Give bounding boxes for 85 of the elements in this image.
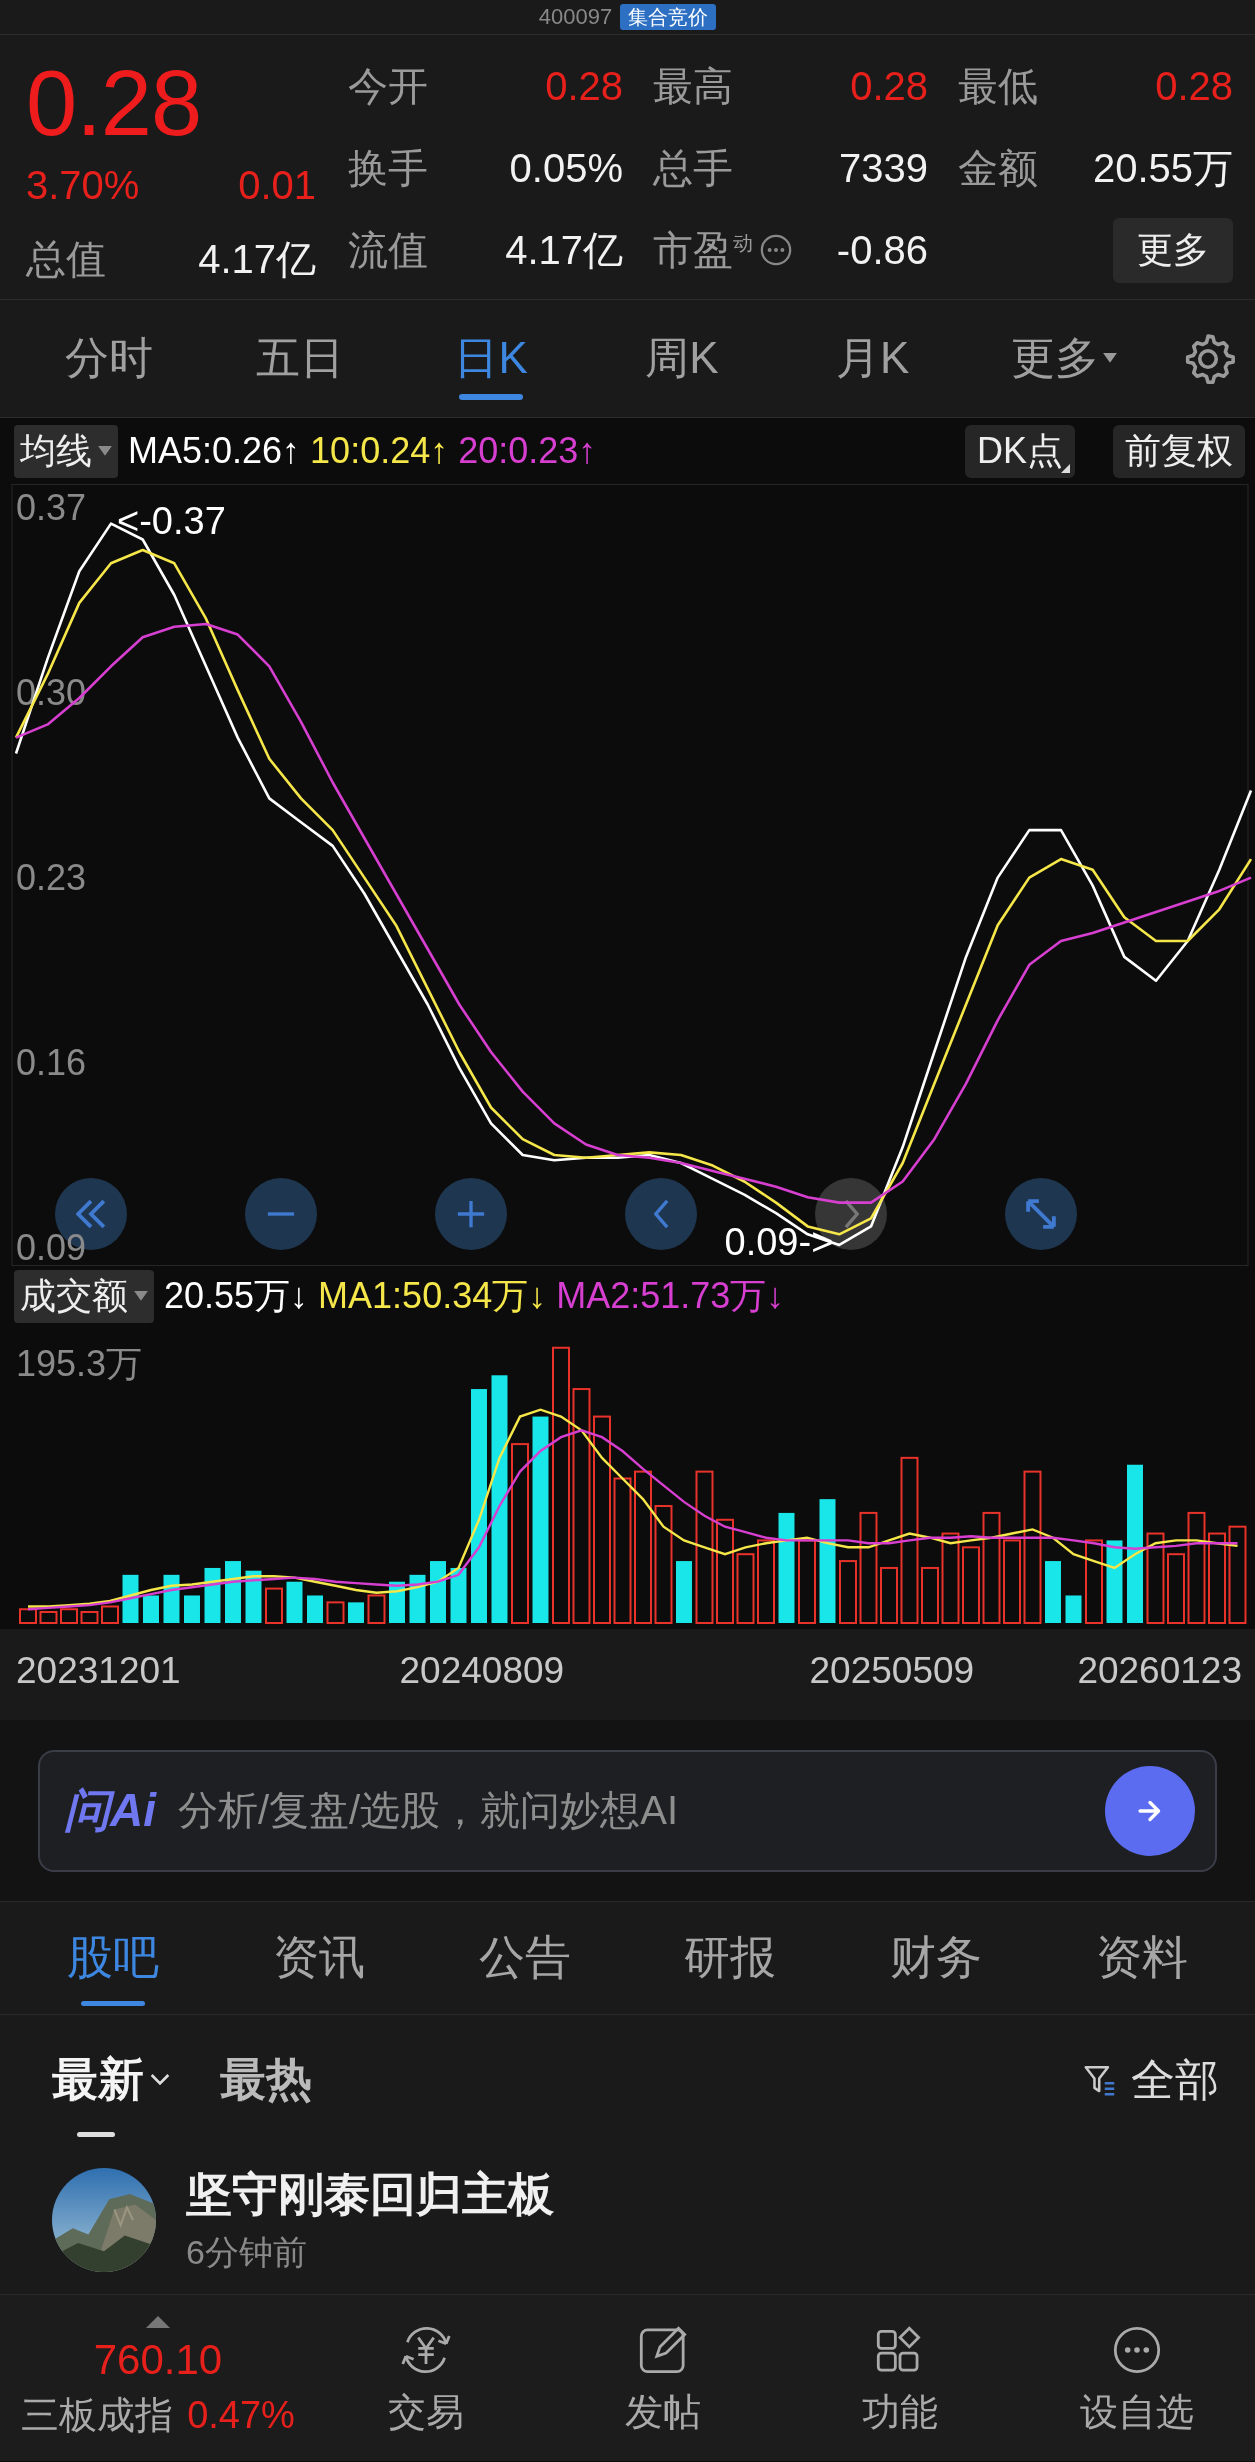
- stat-label: 总值: [26, 236, 106, 284]
- functions-button[interactable]: 功能: [781, 2318, 1019, 2438]
- stat-label: 总手: [653, 144, 733, 192]
- indicator-dropdown[interactable]: 成交额: [14, 1269, 154, 1323]
- stat-value: 0.05%: [509, 145, 623, 191]
- chart-tab[interactable]: 更多: [968, 299, 1159, 418]
- axis-label: 0.37: [16, 486, 87, 528]
- index-change: 0.47%: [187, 2393, 295, 2437]
- info-tab[interactable]: 财务: [833, 1902, 1040, 2014]
- stat-label: 最高: [653, 62, 733, 110]
- stat-value: 0.28: [545, 63, 623, 109]
- plus-icon: [456, 1199, 486, 1229]
- search-input[interactable]: 分析/复盘/选股，就问妙想AI: [176, 1787, 1085, 1834]
- index-value: 760.10: [93, 2335, 223, 2384]
- info-tab[interactable]: 资讯: [215, 1902, 422, 2014]
- stat-value: 20.55万: [1092, 144, 1233, 192]
- chart-option-button[interactable]: DK点: [965, 424, 1075, 478]
- info-tab[interactable]: 公告: [421, 1902, 628, 2014]
- minus-icon: [266, 1211, 296, 1217]
- expand-arrows-icon: [1026, 1199, 1056, 1229]
- caret-icon: [134, 1290, 148, 1302]
- ai-logo: 问Ai: [64, 1782, 156, 1838]
- trade-button[interactable]: 交易: [308, 2318, 545, 2438]
- stock-code: 400097: [538, 6, 613, 28]
- axis-label: 0.16: [16, 1041, 87, 1083]
- chart-option-button[interactable]: 前复权: [1113, 424, 1245, 478]
- stat-value: 0.28: [850, 63, 928, 109]
- axis-label: 0.23: [16, 856, 87, 898]
- filter-button[interactable]: 全部: [1081, 2050, 1219, 2110]
- volume-reading: MA1:50.34万↓: [318, 1273, 547, 1318]
- stat-label: 换手: [348, 144, 428, 192]
- stat-label: 流值: [348, 226, 428, 274]
- date-label: 20231201: [16, 1649, 181, 1691]
- caret-icon: [1102, 353, 1117, 364]
- change-amount: 0.01: [238, 163, 316, 209]
- chevron-left-icon: [653, 1199, 669, 1229]
- corner-triangle-icon: [1061, 463, 1070, 473]
- stat-value: 0.28: [1155, 63, 1233, 109]
- index-name: 三板成指: [21, 2392, 174, 2438]
- expand-icon[interactable]: [146, 2315, 170, 2328]
- ma-reading: MA5:0.26↑: [128, 430, 301, 472]
- indicator-dropdown[interactable]: 均线: [14, 424, 118, 478]
- date-label: 20240809: [399, 1649, 565, 1691]
- chart-tab[interactable]: 日K: [395, 299, 587, 418]
- post-title[interactable]: 坚守刚泰回归主板: [186, 2163, 554, 2226]
- stat-label: 最低: [958, 62, 1038, 110]
- change-percent: 3.70%: [26, 163, 140, 209]
- chevron-right-icon: [843, 1199, 859, 1229]
- chart-tab[interactable]: 月K: [777, 299, 969, 418]
- chevron-down-icon: [150, 2073, 170, 2087]
- stat-value: 4.17亿: [505, 226, 623, 274]
- more-button[interactable]: 更多: [1113, 217, 1233, 283]
- add-watchlist-button[interactable]: 设自选: [1018, 2318, 1255, 2438]
- stat-label: 市盈$^{动}$: [653, 226, 753, 274]
- caret-icon: [98, 445, 112, 457]
- status-badge: 集合竞价: [620, 4, 717, 30]
- post-time: 6分钟前: [186, 2231, 308, 2273]
- last-price: 0.28: [26, 57, 203, 152]
- volume-reading: 20.55万↓: [164, 1273, 309, 1318]
- price-annotation: 0.09->: [724, 1220, 834, 1263]
- chart-tab[interactable]: 分时: [14, 299, 205, 418]
- info-tab[interactable]: 研报: [627, 1902, 834, 2014]
- stat-value: -0.86: [836, 227, 928, 273]
- stat-value: 7339: [839, 145, 928, 191]
- ma-reading: 20:0.23↑: [458, 430, 597, 472]
- stat-value: 4.17亿: [198, 236, 316, 284]
- info-tab[interactable]: 股吧: [10, 1902, 216, 2014]
- chart-tab[interactable]: 周K: [586, 299, 778, 418]
- price-annotation: <-0.37: [117, 499, 226, 542]
- axis-label: 0.09: [16, 1226, 87, 1266]
- stat-label: 金额: [958, 144, 1038, 192]
- info-tab[interactable]: 资料: [1039, 1902, 1245, 2014]
- stat-label: 今开: [348, 62, 428, 110]
- double-chevron-left-icon: [76, 1199, 106, 1229]
- more-info-icon[interactable]: [759, 233, 793, 267]
- volume-reading: MA2:51.73万↓: [556, 1273, 785, 1318]
- chart-tab[interactable]: 五日: [204, 299, 396, 418]
- axis-label: 195.3万: [16, 1342, 143, 1384]
- date-label: 20250509: [809, 1649, 975, 1691]
- post-button[interactable]: 发帖: [544, 2318, 782, 2438]
- ai-search-field[interactable]: 问Ai 分析/复盘/选股，就问妙想AI: [38, 1749, 1217, 1872]
- ma-reading: 10:0.24↑: [310, 430, 449, 472]
- sort-tab[interactable]: 最新: [52, 2015, 170, 2145]
- date-label: 20260123: [1077, 1649, 1242, 1691]
- sort-tab[interactable]: 最热: [220, 2015, 312, 2145]
